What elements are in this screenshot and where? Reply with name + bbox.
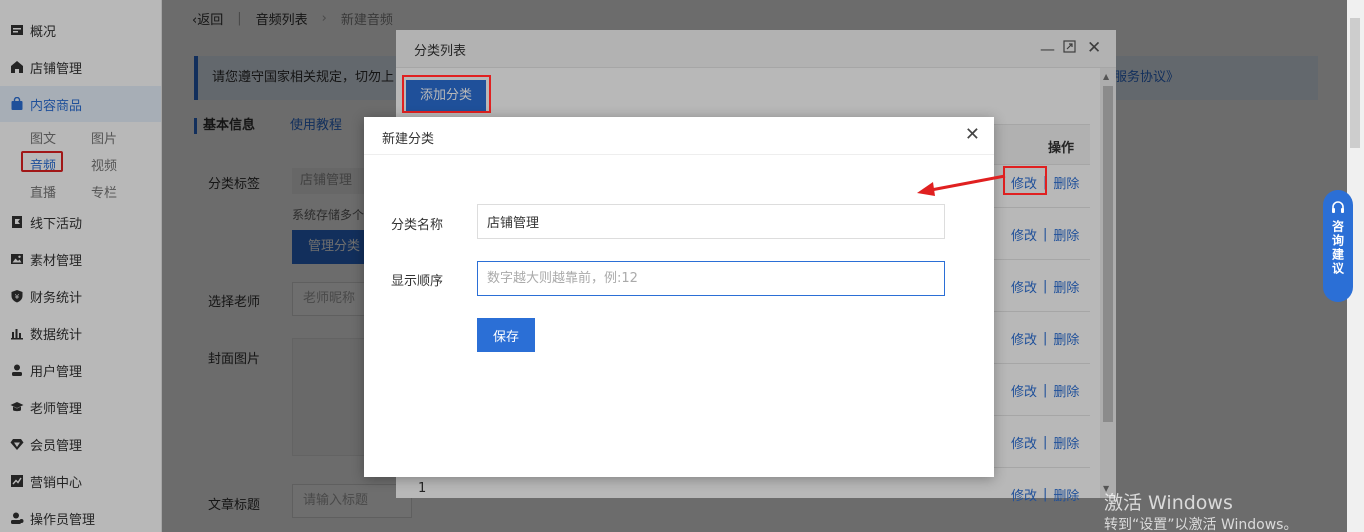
save-button[interactable]: 保存 — [477, 318, 535, 352]
windows-activation-watermark: 激活 Windows — [1104, 492, 1233, 514]
display-order-input[interactable] — [477, 261, 945, 296]
add-category-highlight-box — [402, 75, 491, 113]
category-name-input[interactable] — [477, 204, 945, 239]
display-order-label: 显示顺序 — [391, 274, 444, 289]
page-scrollbar-thumb[interactable] — [1350, 18, 1360, 148]
dialog-header: 新建分类 ✕ — [364, 117, 994, 155]
consult-label: 咨询建议 — [1330, 220, 1345, 276]
category-name-label: 分类名称 — [391, 218, 444, 233]
new-category-dialog: 新建分类 ✕ 分类名称 显示顺序 保存 — [364, 117, 994, 477]
consult-suggestion-button[interactable]: 咨询建议 — [1323, 190, 1353, 302]
dialog-title: 新建分类 — [382, 132, 435, 147]
headset-icon — [1332, 201, 1344, 213]
edit-highlight-box — [1003, 166, 1047, 195]
annotation-arrow-icon — [917, 174, 1006, 196]
close-icon[interactable]: ✕ — [965, 125, 980, 145]
windows-activation-hint: 转到“设置”以激活 Windows。 — [1104, 517, 1298, 532]
